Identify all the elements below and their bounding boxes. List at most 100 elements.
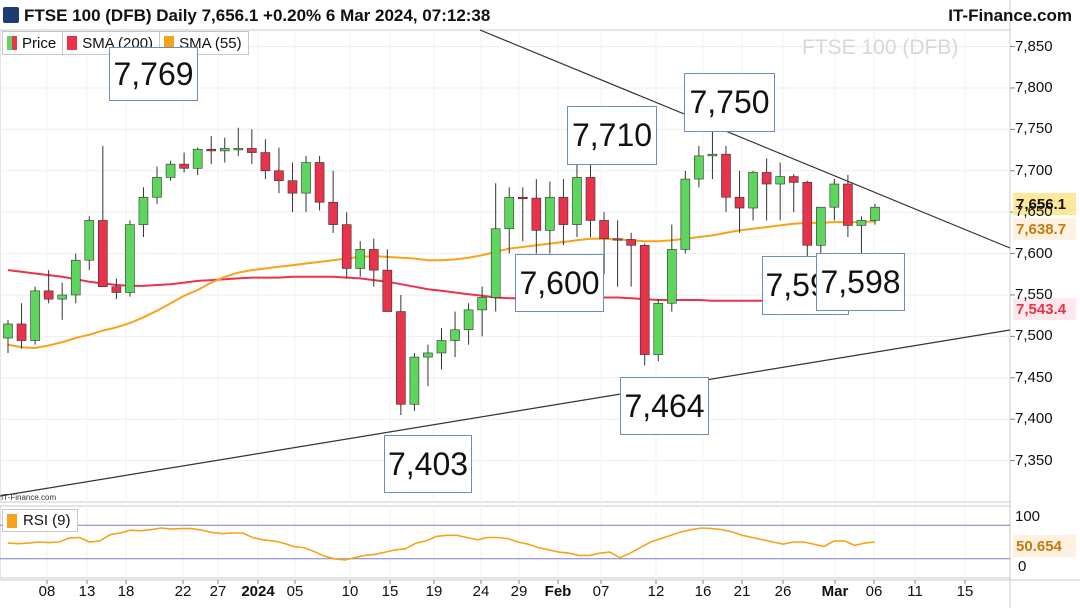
y-tick-label: 7,650 (1015, 203, 1053, 221)
rsi-badge: 50.654 (1013, 535, 1076, 557)
candle-body (233, 148, 244, 151)
side-credit: IT-Finance.com (1, 493, 57, 502)
x-tick-label: 27 (209, 583, 227, 600)
sma200-swatch-icon (67, 36, 78, 50)
candle-body (775, 176, 785, 185)
candle-body (504, 196, 515, 230)
x-tick-label: 05 (286, 583, 304, 600)
x-tick-label: 10 (341, 583, 359, 600)
rsi-swatch-icon (7, 513, 17, 528)
candle-body (165, 163, 176, 178)
x-tick-label: 11 (907, 583, 923, 600)
candle-body (870, 206, 880, 221)
candle-body (572, 177, 582, 225)
rsi-tick-label: 100 (1015, 508, 1041, 525)
y-tick-label: 7,600 (1015, 244, 1053, 262)
candle-body (16, 323, 27, 341)
callout-low-7464: 7,464 (620, 377, 709, 435)
candle-body (639, 244, 650, 355)
chart-watermark: FTSE 100 (DFB) (802, 36, 959, 59)
candle-body (301, 162, 311, 194)
y-tick-label: 7,750 (1015, 120, 1053, 138)
candle-body (98, 220, 108, 288)
candle-body (626, 239, 636, 246)
candle-body (260, 152, 271, 172)
candle-body (599, 220, 609, 239)
x-tick-label: 12 (647, 583, 665, 600)
candle-body (396, 311, 406, 405)
candle-body (219, 148, 230, 152)
x-tick-label: 29 (510, 583, 528, 600)
y-tick-label: 7,400 (1015, 410, 1053, 428)
candle-body (829, 183, 840, 208)
y-tick-label: 7,500 (1015, 327, 1053, 345)
candle-body (450, 329, 460, 341)
candle-body (490, 228, 501, 298)
x-tick-label: 08 (38, 583, 56, 600)
candle-body (653, 302, 664, 355)
candle-body (84, 220, 95, 261)
rsi-panel (0, 505, 1011, 579)
x-tick-label: 07 (592, 583, 610, 600)
x-tick-label: 18 (117, 583, 135, 600)
x-tick-label: 19 (425, 583, 443, 600)
x-tick-label: Feb (544, 583, 572, 600)
sma55-badge: 7,638.7 (1013, 218, 1076, 240)
rsi-legend[interactable]: RSI (9) (2, 509, 78, 532)
candle-body (788, 176, 799, 183)
y-tick-label: 7,450 (1015, 368, 1053, 386)
candle-body (179, 163, 189, 169)
candle-body (274, 170, 284, 182)
x-tick-label: 21 (733, 583, 751, 600)
candle-body (680, 178, 691, 250)
legend-item-price[interactable]: Price (3, 32, 64, 54)
candle-body (721, 153, 731, 198)
candle-body (707, 153, 718, 157)
candle-body (341, 224, 352, 269)
x-tick-label: 2024 (241, 583, 275, 600)
candle-body (694, 155, 704, 180)
callout-low-7403: 7,403 (384, 435, 472, 493)
x-tick-label: 13 (78, 583, 96, 600)
candle-body (436, 340, 447, 354)
candle-body (734, 196, 745, 209)
candle-body (612, 238, 623, 241)
callout-low-7600: 7,600 (515, 254, 604, 312)
candle-body (517, 196, 528, 200)
price-swatch-icon (7, 36, 17, 50)
callout-high-7769: 7,769 (109, 47, 198, 101)
candle-body (558, 196, 569, 225)
candle-body (843, 183, 853, 226)
candle-body (247, 148, 257, 153)
y-tick-label: 7,550 (1015, 285, 1053, 303)
candle-body (192, 148, 203, 169)
x-tick-label: 15 (956, 583, 974, 600)
candle-body (57, 294, 67, 300)
candle-body (666, 249, 677, 304)
candle-body (355, 249, 366, 269)
candle-body (802, 182, 813, 246)
x-tick-label: 22 (174, 583, 192, 600)
x-tick-label: 06 (865, 583, 883, 600)
candle-body (423, 352, 433, 358)
candle-body (816, 206, 826, 246)
y-tick-label: 7,800 (1015, 78, 1053, 96)
x-tick-label: 16 (694, 583, 712, 600)
legend-label-price: Price (22, 34, 57, 52)
x-tick-label: 26 (774, 583, 792, 600)
candle-body (382, 269, 393, 312)
candle-body (3, 323, 13, 339)
x-tick-label: Mar (821, 583, 849, 600)
candle-body (111, 286, 122, 293)
x-tick-label: 15 (381, 583, 399, 600)
candle-body (138, 196, 149, 225)
legend-label-rsi: RSI (9) (23, 512, 71, 529)
chart-title: FTSE 100 (DFB) Daily 7,656.1 +0.20% 6 Ma… (24, 6, 491, 25)
candle-body (206, 148, 217, 152)
candle-body (531, 197, 542, 231)
candle-body (70, 259, 81, 296)
candle-body (368, 249, 379, 271)
brand-name: IT-Finance.com (948, 6, 1072, 25)
y-tick-label: 7,350 (1015, 451, 1053, 469)
candle-body (856, 220, 867, 226)
